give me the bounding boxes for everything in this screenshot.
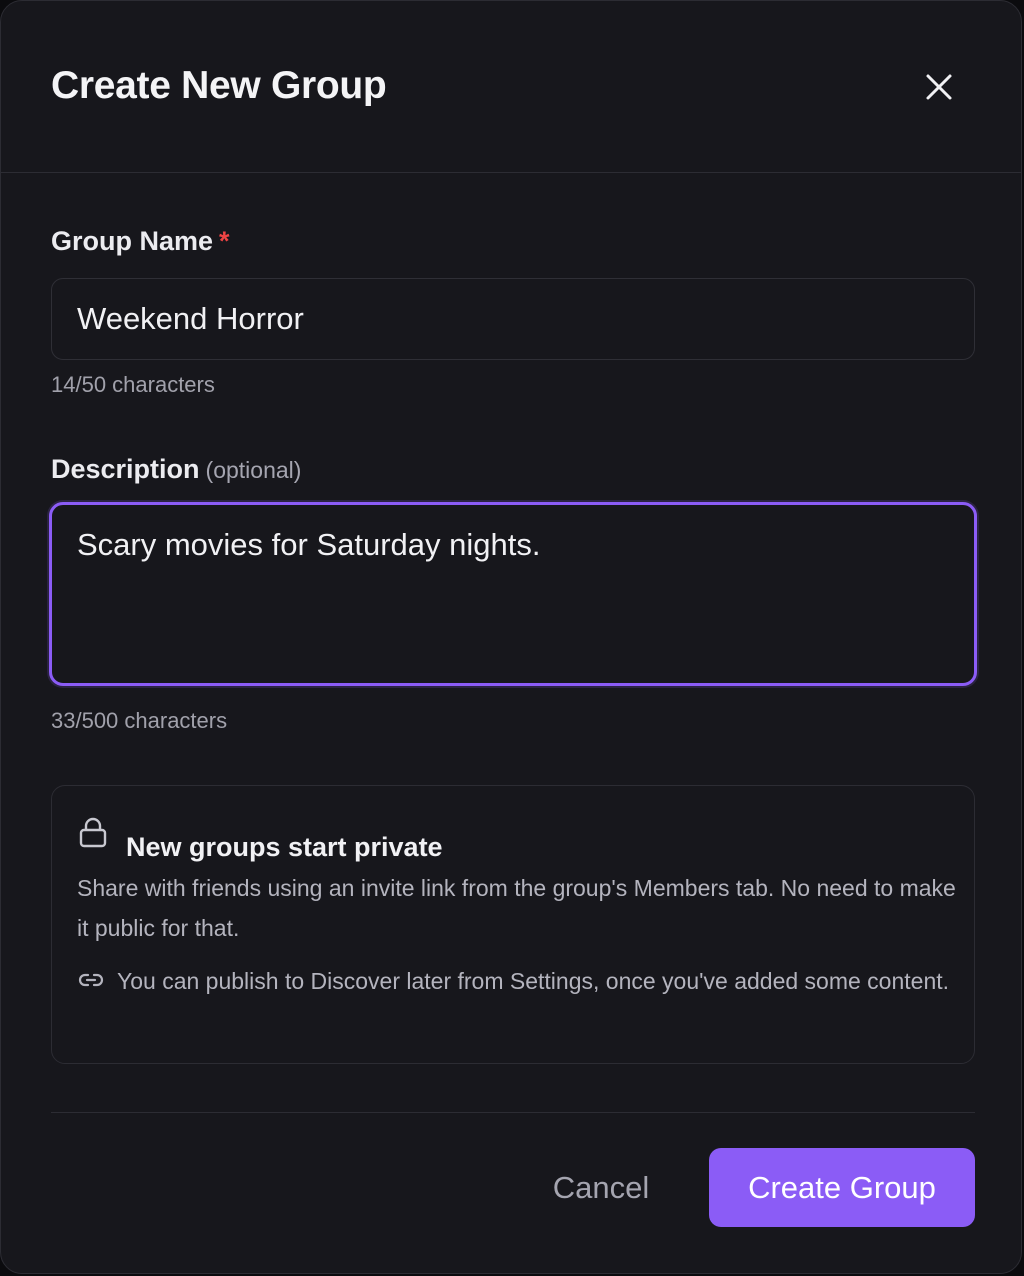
dialog-header: Create New Group [1, 1, 1021, 173]
create-group-button[interactable]: Create Group [709, 1148, 975, 1227]
group-name-counter: 14/50 characters [51, 372, 215, 397]
dialog-title: Create New Group [51, 64, 387, 107]
group-name-input[interactable] [51, 278, 975, 360]
description-textarea[interactable]: Scary movies for Saturday nights. [49, 502, 977, 686]
footer-divider [51, 1112, 975, 1113]
description-label: Description (optional) [51, 453, 301, 486]
group-name-label: Group Name * [51, 225, 230, 257]
cancel-button[interactable]: Cancel [521, 1148, 681, 1228]
link-icon [78, 973, 104, 987]
create-group-dialog: Create New Group Group Name* 14/50 chara… [0, 0, 1022, 1274]
close-button[interactable] [917, 65, 961, 109]
lock-icon [79, 817, 107, 848]
description-label-text: Description [51, 454, 200, 484]
info-subtext: You can publish to Discover later from S… [117, 968, 950, 994]
close-icon [926, 74, 952, 100]
group-name-label-text: Group Name [51, 226, 214, 256]
optional-text: (optional) [205, 457, 302, 483]
info-title: New groups start private [126, 832, 443, 862]
info-text: Share with friends using an invite link … [77, 875, 956, 941]
privacy-info-box: New groups start private Share with frie… [51, 785, 975, 1064]
required-mark: * [219, 226, 230, 256]
description-counter: 33/500 characters [51, 708, 228, 733]
